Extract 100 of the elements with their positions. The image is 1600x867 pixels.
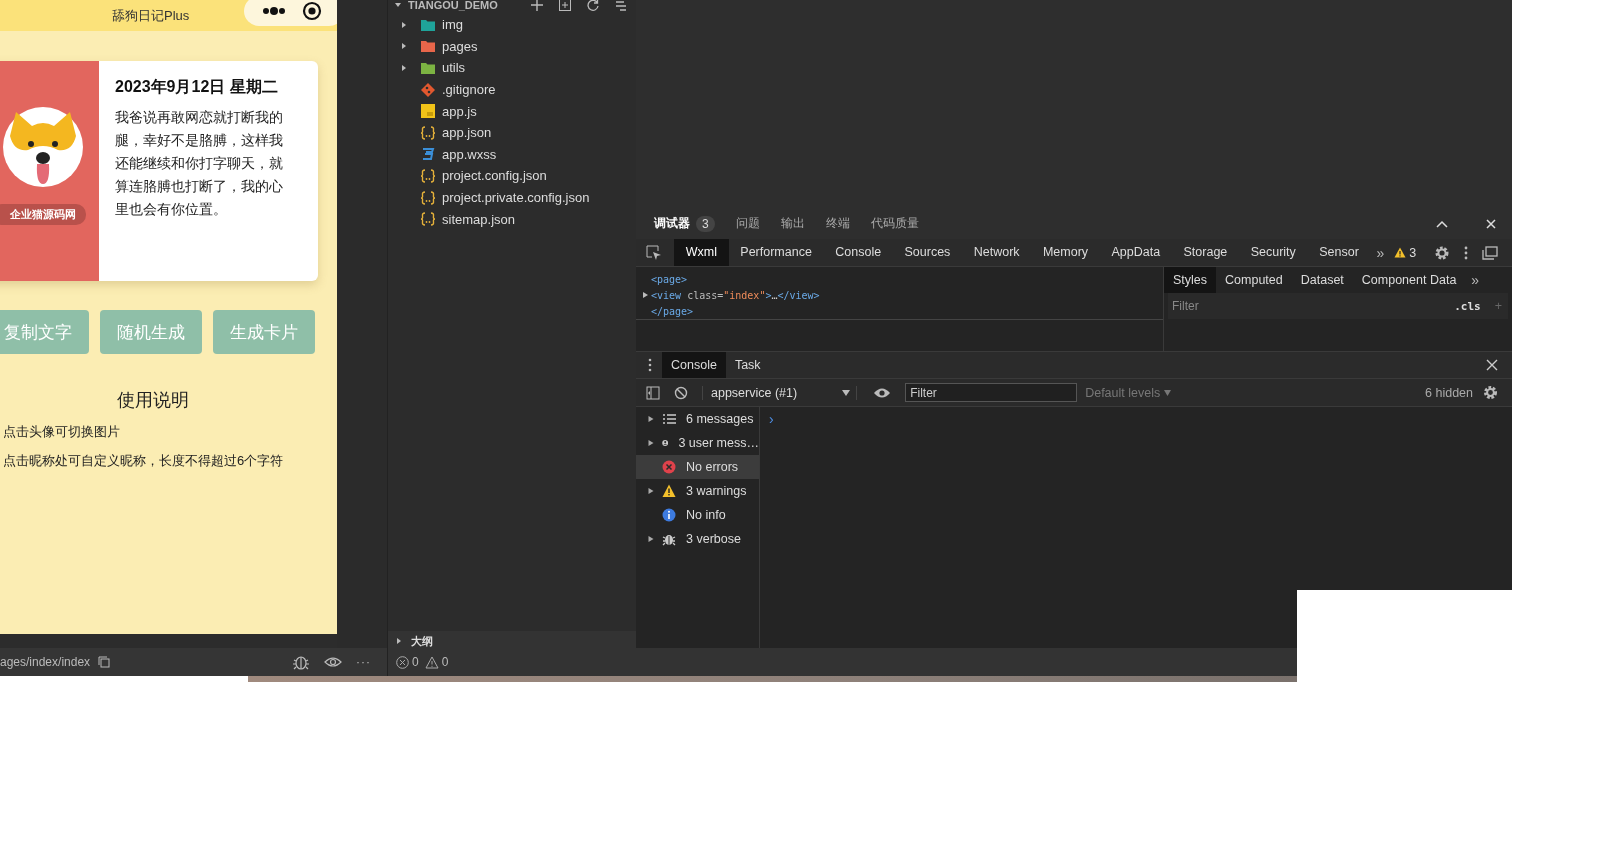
wxml-node[interactable]: <view class="index">…</view> [636, 287, 1163, 303]
bug-icon[interactable] [292, 654, 310, 670]
copy-icon[interactable] [98, 656, 111, 668]
console-prompt[interactable]: › [769, 411, 774, 427]
file-tree-item[interactable]: img [388, 14, 636, 36]
close-icon[interactable] [1486, 359, 1498, 371]
file-tree-item[interactable]: sitemap.json [388, 208, 636, 230]
warning-icon [1394, 247, 1407, 258]
console-filter-item[interactable]: No errors [636, 455, 759, 479]
hidden-count: 6 hidden [1425, 385, 1473, 400]
inspect-element-icon[interactable] [646, 244, 662, 261]
close-icon[interactable] [1484, 216, 1498, 231]
clear-console-icon[interactable] [674, 385, 688, 400]
new-file-icon[interactable] [530, 0, 544, 12]
devtools-tab[interactable]: Security [1239, 239, 1308, 266]
help-text: 点击昵称处可自定义昵称，长度不得超过6个字符 [3, 452, 285, 470]
dropdown-arrow-icon [1164, 389, 1172, 396]
dog-avatar-icon[interactable] [2, 106, 84, 188]
file-tree-item[interactable]: pages [388, 35, 636, 58]
braces-file-icon [420, 211, 436, 228]
eye-icon[interactable] [324, 656, 342, 668]
diary-text: 我爸说再敢网恋就打断我的腿，幸好不是胳膊，这样我还能继续和你打字聊天，就算连胳膊也打断了，我的心里也会有你位置。 [115, 109, 284, 219]
list-icon [662, 412, 676, 426]
devtools-tab[interactable]: Storage [1171, 239, 1239, 266]
outline-section[interactable]: 大纲 [388, 631, 636, 651]
warning-count[interactable]: 0 [424, 655, 449, 669]
nickname-badge[interactable]: 企业猫源码网 [0, 204, 86, 225]
info-icon [662, 508, 676, 522]
settings-icon[interactable] [1483, 385, 1498, 400]
wxml-node[interactable]: <page> [636, 271, 1163, 287]
sidebar-toggle-icon[interactable] [646, 385, 660, 400]
page-path: ages/index/index [0, 655, 91, 669]
styles-tab[interactable]: Component Data [1352, 267, 1466, 293]
drawer-tab[interactable]: Console [662, 352, 726, 378]
devtools-tab[interactable]: Sensor [1307, 239, 1371, 266]
panel-tab[interactable]: 输出 [780, 215, 805, 232]
file-tree-item[interactable]: project.private.config.json [388, 186, 636, 209]
devtools-tab[interactable]: Sources [892, 239, 963, 266]
panel-tab[interactable]: 终端 [825, 215, 850, 232]
page-title: 舔狗日记Plus [112, 6, 190, 25]
braces-file-icon [420, 167, 436, 184]
devtools-tab[interactable]: Memory [1031, 239, 1100, 266]
warning-icon [662, 484, 676, 498]
more-tabs-chevron[interactable]: » [1370, 244, 1391, 261]
file-tree-item[interactable]: .gitignore [388, 78, 636, 101]
collapse-caret-icon [394, 0, 402, 9]
filter-field[interactable]: Filter .cls + [1168, 293, 1508, 319]
devtools-tab[interactable]: Wxml [674, 239, 729, 266]
file-tree-item[interactable]: app.json [388, 121, 636, 144]
project-title: TIANGOU_DEMO [408, 0, 498, 11]
styles-tab[interactable]: Computed [1216, 267, 1292, 293]
drawer-tab[interactable]: Task [725, 352, 770, 378]
devtools-tab[interactable]: Performance [728, 239, 824, 266]
devtools-tab[interactable]: AppData [1099, 239, 1172, 266]
console-filter-item[interactable]: 6 messages [636, 407, 759, 431]
file-tree-item[interactable]: app.js [388, 100, 636, 122]
braces-file-icon [420, 124, 436, 141]
panel-tab[interactable]: 代码质量 [870, 215, 919, 232]
panel-tab[interactable]: 问题 [735, 215, 760, 232]
kebab-menu-icon[interactable] [648, 358, 652, 372]
close-target-icon [302, 1, 322, 21]
dropdown-arrow-icon [842, 389, 851, 396]
wxml-node[interactable]: </page> [636, 303, 1163, 320]
panel-tab[interactable]: 调试器 3 [654, 215, 715, 232]
capsule-menu[interactable] [244, 0, 337, 26]
filter-field[interactable]: Filter [905, 383, 1078, 402]
devtools-tab[interactable]: Network [962, 239, 1032, 266]
file-tree-item[interactable]: utils [388, 57, 636, 79]
error-icon [396, 655, 409, 669]
new-folder-icon[interactable] [558, 0, 572, 12]
console-filter-item[interactable]: 3 user mess… [636, 431, 759, 455]
more-tabs-chevron[interactable]: » [1465, 272, 1486, 288]
warning-count[interactable]: 3 [1390, 245, 1427, 260]
collapse-all-icon[interactable] [614, 0, 628, 12]
undock-icon[interactable] [1482, 245, 1498, 260]
more-options-button[interactable]: ··· [356, 655, 371, 669]
bug-icon [662, 532, 676, 546]
cls-toggle[interactable]: .cls [1454, 299, 1481, 313]
help-title: 使用说明 [115, 389, 190, 412]
console-filter-item[interactable]: 3 warnings [636, 479, 759, 503]
refresh-icon[interactable] [586, 0, 600, 12]
file-tree-item[interactable]: app.wxss [388, 143, 636, 166]
css-file-icon [420, 146, 436, 163]
error-count[interactable]: 0 [396, 655, 419, 669]
js-file-icon [420, 103, 436, 120]
kebab-menu-icon[interactable] [1464, 245, 1468, 260]
more-icon [262, 7, 286, 15]
file-tree-item[interactable]: project.config.json [388, 165, 636, 187]
error-icon [662, 460, 676, 474]
styles-tab[interactable]: Styles [1164, 267, 1217, 293]
git-diamond-icon [420, 81, 436, 98]
eye-icon[interactable] [873, 386, 892, 399]
context-dropdown[interactable]: appservice (#1) [702, 385, 858, 400]
count-badge: 3 [696, 215, 715, 232]
devtools-tab[interactable]: Console [823, 239, 893, 266]
styles-tab[interactable]: Dataset [1291, 267, 1353, 293]
console-filter-item[interactable]: 3 verbose [636, 527, 759, 551]
help-text: 点击头像可切换图片 [3, 423, 121, 441]
settings-icon[interactable] [1434, 244, 1450, 261]
console-filter-item[interactable]: No info [636, 503, 759, 527]
